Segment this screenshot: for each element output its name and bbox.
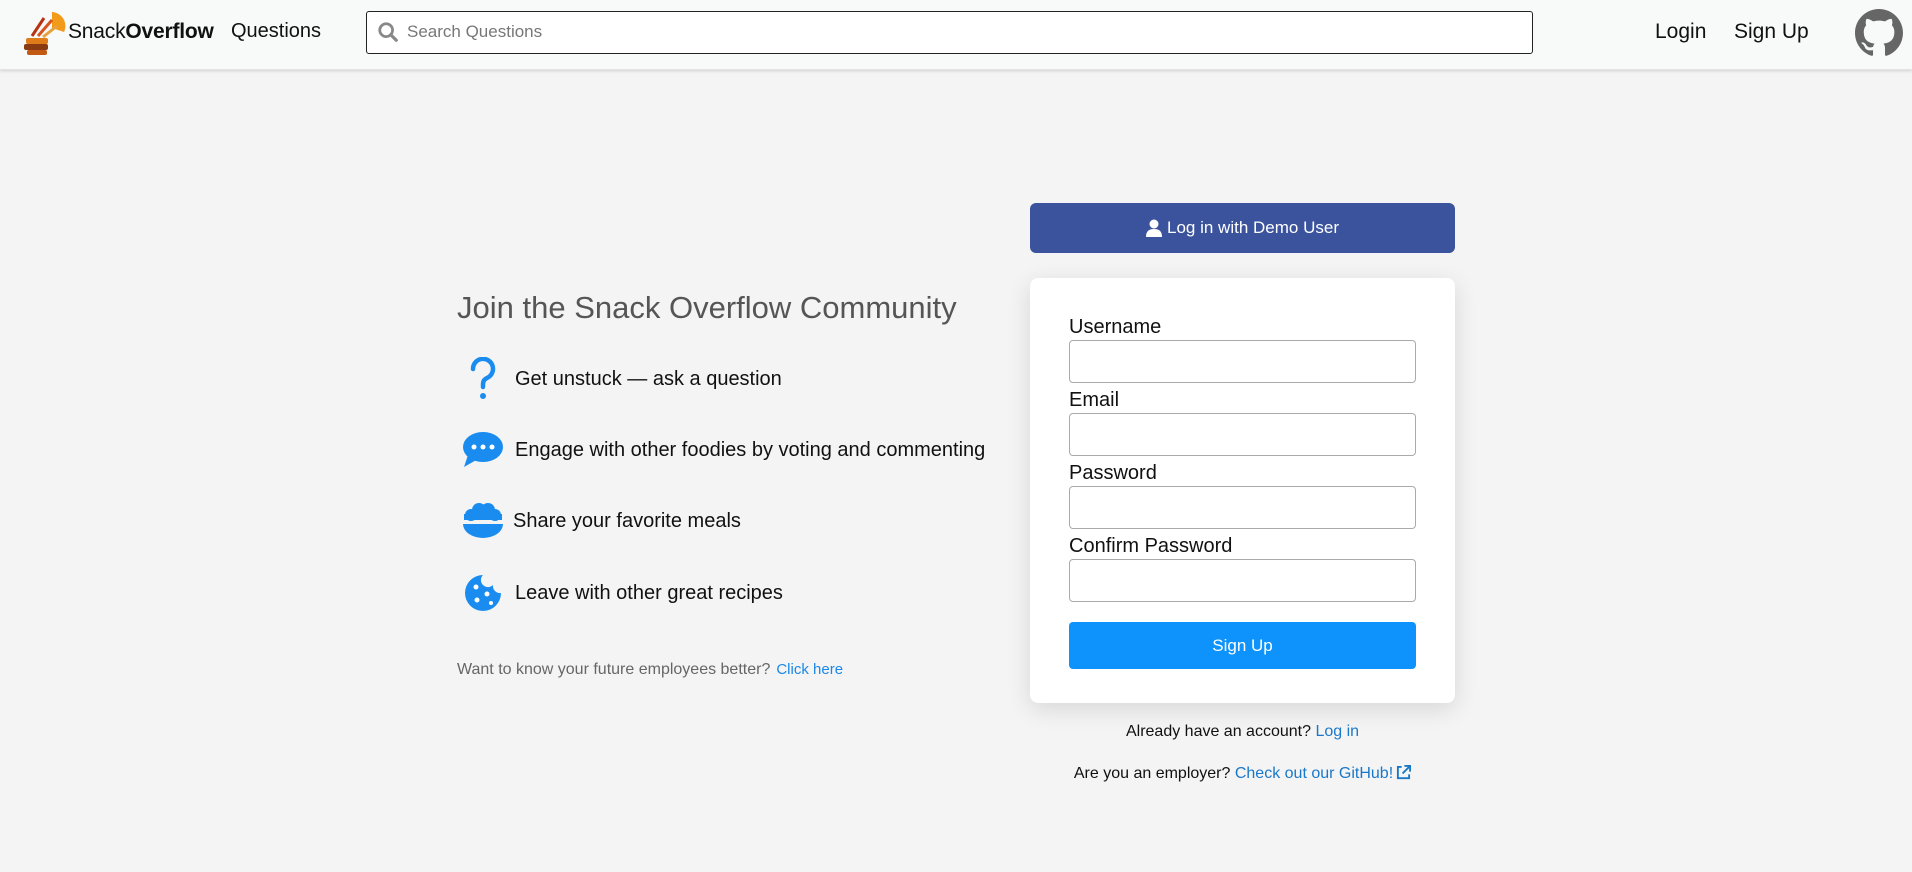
feature-text: Engage with other foodies by voting and … (515, 438, 986, 461)
signup-form-card: Username Email Password Confirm Password… (1030, 278, 1455, 703)
logo[interactable]: SnackOverflow (22, 8, 214, 56)
github-link[interactable]: Check out our GitHub! (1234, 765, 1412, 782)
confirm-password-label: Confirm Password (1069, 535, 1233, 557)
feature-text: Get unstuck — ask a question (515, 367, 782, 390)
question-mark-icon (457, 356, 509, 402)
confirm-password-field[interactable] (1069, 559, 1416, 602)
github-icon[interactable] (1855, 9, 1903, 57)
nav-login-link[interactable]: Login (1655, 20, 1706, 44)
demo-login-label: Log in with Demo User (1167, 218, 1339, 237)
join-community-heading: Join the Snack Overflow Community (457, 290, 957, 325)
feature-recipes: Leave with other great recipes (457, 570, 783, 616)
demo-login-button[interactable]: Log in with Demo User (1030, 203, 1455, 253)
search-input[interactable] (407, 12, 1507, 52)
brand-name: SnackOverflow (68, 20, 214, 44)
login-link[interactable]: Log in (1315, 723, 1359, 740)
nav-signup-link[interactable]: Sign Up (1734, 20, 1809, 44)
user-icon (1146, 219, 1163, 237)
email-field[interactable] (1069, 413, 1416, 456)
chat-bubble-icon (457, 427, 509, 473)
email-label: Email (1069, 389, 1120, 411)
brand-name-light: Snack (68, 20, 126, 43)
bowl-icon (457, 498, 509, 544)
search-icon (378, 22, 398, 42)
search-bar[interactable] (366, 11, 1533, 54)
nav-questions-link[interactable]: Questions (231, 20, 321, 43)
login-prompt-text: Already have an account? (1125, 723, 1311, 740)
snack-logo-icon (24, 12, 66, 55)
feature-share-meals: Share your favorite meals (457, 498, 741, 544)
password-label: Password (1069, 462, 1157, 484)
signup-submit-button[interactable]: Sign Up (1069, 622, 1416, 669)
username-label: Username (1069, 316, 1162, 338)
employer-note-text: Want to know your future employees bette… (457, 661, 771, 678)
github-link-label: Check out our GitHub! (1234, 765, 1394, 782)
feature-engage: Engage with other foodies by voting and … (457, 427, 985, 473)
feature-ask-question: Get unstuck — ask a question (457, 356, 782, 402)
employer-note: Want to know your future employees bette… (457, 661, 843, 679)
top-navbar: SnackOverflow Questions Login Sign Up (0, 0, 1912, 70)
username-field[interactable] (1069, 340, 1416, 383)
login-prompt: Already have an account? Log in (1030, 723, 1455, 741)
brand-name-bold: Overflow (125, 20, 214, 43)
employer-prompt: Are you an employer? Check out our GitHu… (1030, 765, 1455, 783)
cookie-icon (457, 570, 509, 616)
password-field[interactable] (1069, 486, 1416, 529)
employer-prompt-text: Are you an employer? (1073, 765, 1231, 782)
feature-text: Share your favorite meals (513, 509, 741, 532)
external-link-icon (1397, 765, 1412, 780)
employer-click-here-link[interactable]: Click here (776, 661, 843, 678)
feature-text: Leave with other great recipes (515, 581, 783, 604)
